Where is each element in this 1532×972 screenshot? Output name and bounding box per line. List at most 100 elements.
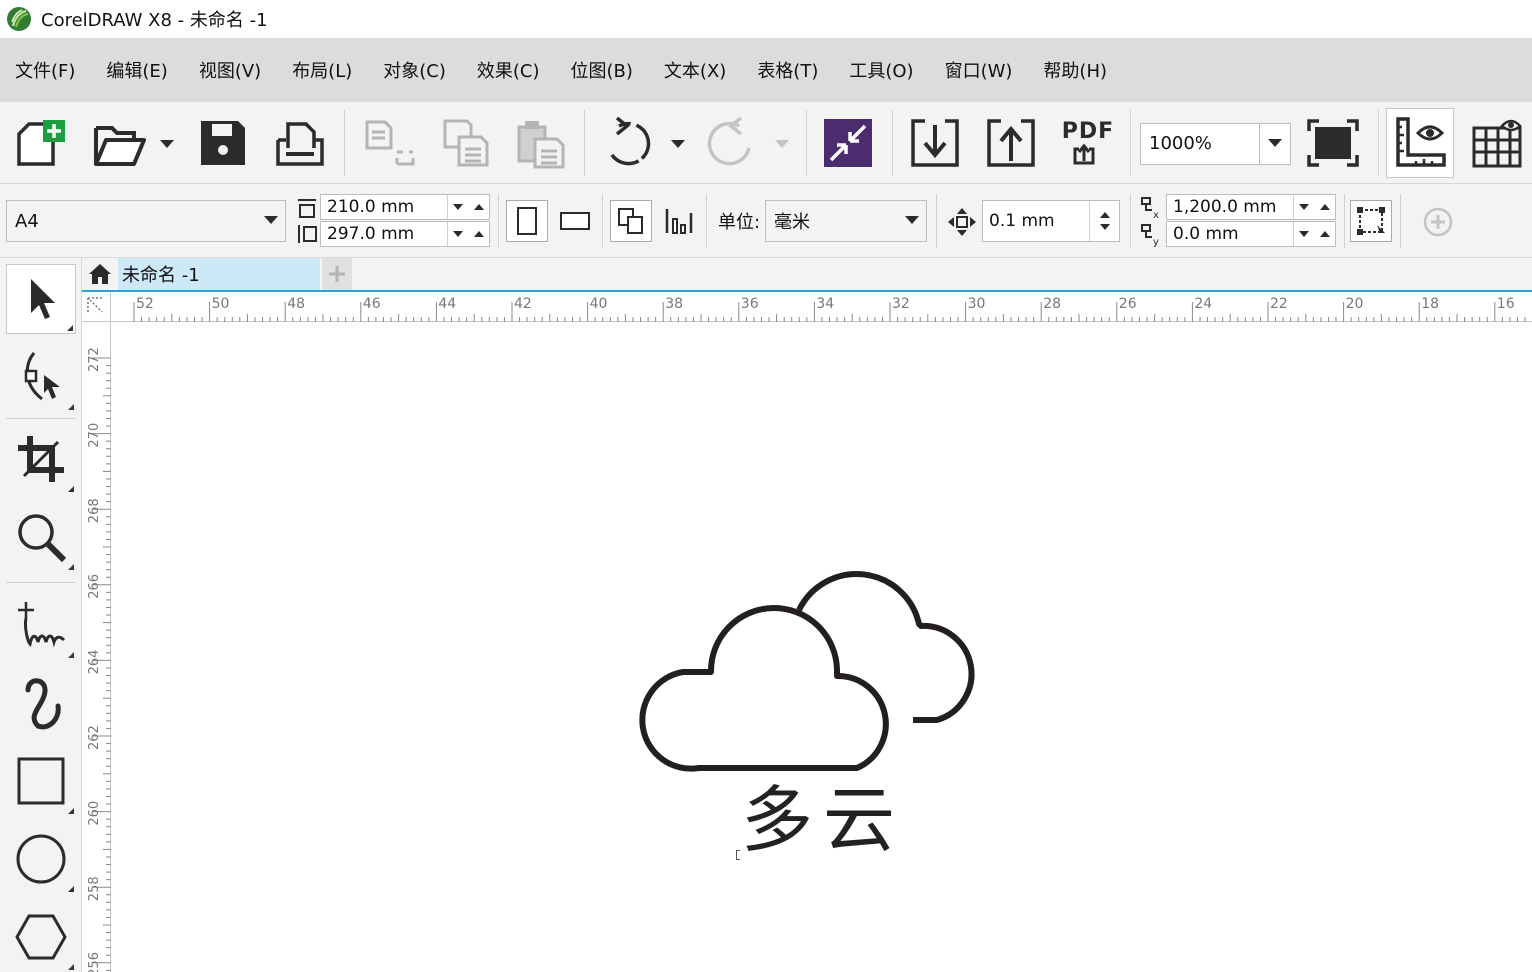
pick-tool[interactable] (6, 264, 76, 334)
chevron-down-icon[interactable] (453, 203, 464, 211)
zoom-dropdown-button[interactable] (1260, 124, 1290, 164)
chevron-up-icon[interactable] (1319, 203, 1330, 211)
menu-effects[interactable]: 效果(C) (477, 57, 540, 83)
toolbar-separator (1130, 110, 1131, 176)
freehand-tool[interactable] (6, 590, 76, 660)
rectangle-tool[interactable] (6, 746, 76, 816)
zoom-tool[interactable] (6, 502, 76, 572)
chevron-down-icon[interactable] (453, 230, 464, 238)
portrait-button[interactable] (506, 200, 548, 242)
chevron-down-icon[interactable] (1099, 223, 1110, 231)
redo-button[interactable] (702, 102, 794, 184)
chevron-up-icon[interactable] (473, 203, 484, 211)
full-screen-button[interactable] (1302, 102, 1364, 184)
menu-tools[interactable]: 工具(O) (849, 57, 913, 83)
canvas-text[interactable]: 多云 (741, 784, 905, 856)
portrait-icon (517, 207, 537, 235)
vertical-ruler[interactable]: 272 270 268 266 264 262 260 258 256 (82, 322, 111, 972)
chevron-down-icon[interactable] (1299, 203, 1310, 211)
ruler-label: 24 (1194, 296, 1212, 312)
units-dropdown[interactable] (898, 216, 926, 226)
cloud-icon[interactable] (639, 558, 999, 778)
home-icon (89, 264, 111, 284)
save-button[interactable] (193, 102, 253, 184)
search-content-button[interactable] (820, 102, 876, 184)
grid-toggle[interactable] (1466, 102, 1528, 184)
treat-as-filled-button[interactable] (1350, 200, 1392, 242)
pick-tool-icon (31, 279, 55, 319)
print-icon (276, 122, 324, 166)
plus-icon (329, 266, 345, 282)
new-document-button[interactable] (10, 102, 70, 184)
all-pages-button[interactable] (610, 200, 652, 242)
chevron-up-icon[interactable] (1099, 211, 1110, 219)
page-width-field[interactable]: 210.0 mm (320, 194, 490, 220)
polygon-tool-icon (15, 914, 67, 960)
menu-text[interactable]: 文本(X) (664, 57, 726, 83)
export-button[interactable] (982, 102, 1040, 184)
ruler-origin[interactable] (82, 292, 111, 322)
horizontal-ruler[interactable]: 52 50 48 46 44 42 40 38 36 34 32 30 28 26 24 22 20 18 16 (111, 292, 1532, 322)
welcome-tab[interactable] (82, 258, 118, 290)
flyout-indicator (68, 564, 74, 570)
duplicate-x-value: 1,200.0 mm (1173, 197, 1277, 217)
ruler-label: 20 (1346, 296, 1364, 312)
duplicate-x-field[interactable]: 1,200.0 mm (1166, 194, 1336, 220)
toolbar-separator (806, 110, 807, 176)
ruler-label: 38 (665, 296, 683, 312)
menu-layout[interactable]: 布局(L) (292, 57, 352, 83)
page-height-field[interactable]: 297.0 mm (320, 221, 490, 247)
add-preset-button[interactable] (1418, 202, 1458, 242)
nudge-distance-field[interactable]: 0.1 mm (982, 200, 1120, 242)
ruler-label: 32 (892, 296, 910, 312)
artistic-media-tool[interactable] (6, 668, 76, 738)
rulers-toggle[interactable] (1386, 108, 1454, 178)
menu-view[interactable]: 视图(V) (199, 57, 261, 83)
zoom-level-combo[interactable]: 1000% (1140, 123, 1291, 165)
shape-tool-icon (24, 352, 60, 401)
undo-button[interactable] (598, 102, 690, 184)
new-tab-button[interactable] (322, 258, 352, 290)
copy-button[interactable] (436, 102, 496, 184)
menu-object[interactable]: 对象(C) (383, 57, 446, 83)
drawing-canvas[interactable]: 多云 (111, 322, 1532, 972)
paste-button[interactable] (512, 102, 572, 184)
print-button[interactable] (270, 102, 330, 184)
ruler-label: 22 (1270, 296, 1288, 312)
menu-help[interactable]: 帮助(H) (1043, 57, 1107, 83)
polygon-tool[interactable] (6, 902, 76, 972)
ellipse-tool[interactable] (6, 824, 76, 894)
ruler-label: 40 (590, 296, 608, 312)
units-combo[interactable]: 毫米 (765, 200, 927, 242)
crop-tool[interactable] (6, 424, 76, 494)
ruler-label: 270 (87, 423, 102, 448)
cut-button[interactable] (358, 102, 418, 184)
menu-window[interactable]: 窗口(W) (945, 57, 1013, 83)
toolbox-separator (6, 582, 76, 583)
menu-file[interactable]: 文件(F) (15, 57, 75, 83)
page-size-combo[interactable]: A4 (6, 200, 286, 242)
shape-tool[interactable] (6, 342, 76, 412)
chevron-down-icon[interactable] (1299, 230, 1310, 238)
artistic-media-icon (25, 678, 61, 730)
page-size-dropdown[interactable] (257, 216, 285, 226)
publish-pdf-button[interactable]: PDF (1058, 102, 1118, 184)
menu-table[interactable]: 表格(T) (757, 57, 818, 83)
open-button[interactable] (88, 102, 178, 184)
chevron-up-icon[interactable] (1319, 230, 1330, 238)
chevron-up-icon[interactable] (473, 230, 484, 238)
tab-untitled-1[interactable]: 未命名 -1 (118, 258, 320, 290)
menu-edit[interactable]: 编辑(E) (106, 57, 167, 83)
menu-bar: 文件(F) 编辑(E) 视图(V) 布局(L) 对象(C) 效果(C) 位图(B… (0, 38, 1532, 102)
duplicate-y-field[interactable]: 0.0 mm (1166, 221, 1336, 247)
grid-icon (1472, 119, 1522, 168)
landscape-button[interactable] (554, 200, 596, 242)
propbar-separator (498, 194, 499, 248)
menu-bitmaps[interactable]: 位图(B) (571, 57, 633, 83)
current-page-button[interactable] (658, 200, 700, 242)
import-button[interactable] (906, 102, 964, 184)
ruler-origin-icon (87, 297, 104, 314)
landscape-icon (560, 212, 590, 230)
propbar-separator (706, 194, 707, 248)
cut-icon (365, 120, 415, 166)
